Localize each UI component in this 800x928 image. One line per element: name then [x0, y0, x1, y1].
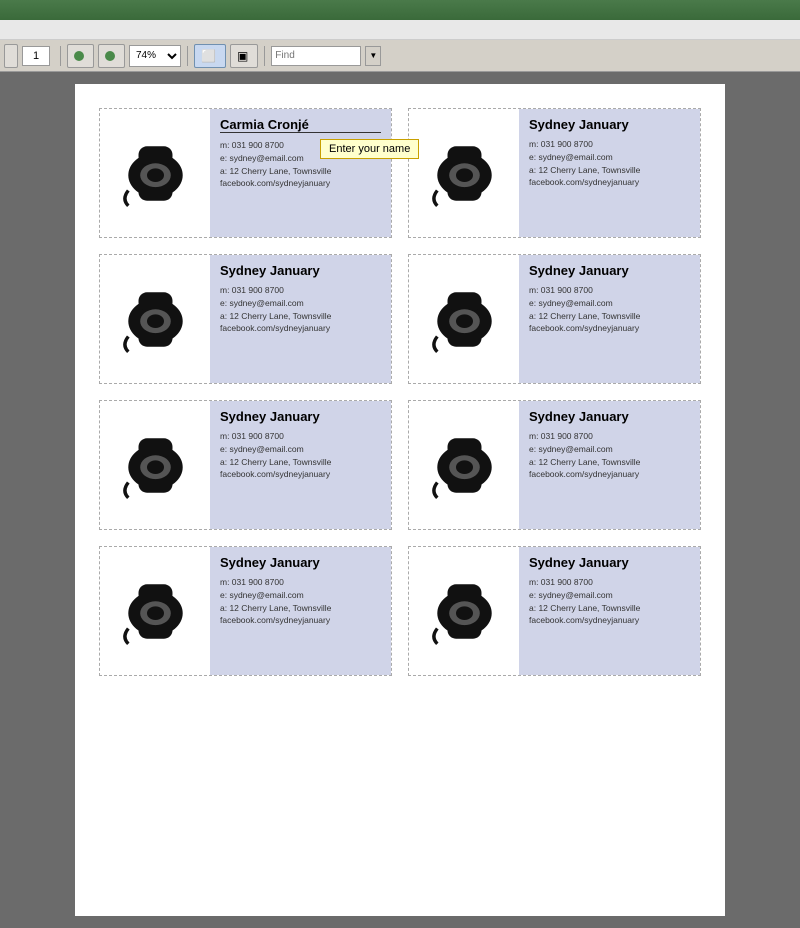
separator-2 [187, 46, 188, 66]
business-card-5: Sydney January m: 031 900 8700e: sydney@e… [99, 400, 392, 530]
find-dropdown-btn[interactable]: ▼ [365, 46, 381, 66]
business-card-8: Sydney January m: 031 900 8700e: sydney@e… [408, 546, 701, 676]
phone-icon-7 [100, 547, 210, 675]
one-full-page-icon: ▣ [237, 49, 248, 63]
zoom-select[interactable]: 74% 50% 100% 125% 150% [129, 45, 181, 67]
phone-icon-4 [409, 255, 519, 383]
card-details-2: m: 031 900 8700e: sydney@email.coma: 12 … [529, 138, 690, 189]
business-card-1: m: 031 900 8700e: sydney@email.coma: 12 … [99, 108, 392, 238]
menu-bar [0, 20, 800, 40]
business-card-4: Sydney January m: 031 900 8700e: sydney@e… [408, 254, 701, 384]
main-area: m: 031 900 8700e: sydney@email.coma: 12 … [0, 72, 800, 928]
zoom-in-btn[interactable] [98, 44, 125, 68]
zoom-out-btn[interactable] [67, 44, 94, 68]
pdf-page: m: 031 900 8700e: sydney@email.coma: 12 … [75, 84, 725, 916]
card-name-4: Sydney January [529, 263, 690, 278]
card-info-4: Sydney January m: 031 900 8700e: sydney@e… [519, 255, 700, 383]
card-info-7: Sydney January m: 031 900 8700e: sydney@e… [210, 547, 391, 675]
card-name-2: Sydney January [529, 117, 690, 132]
card-name-6: Sydney January [529, 409, 690, 424]
zoom-out-icon [74, 51, 84, 61]
card-grid: m: 031 900 8700e: sydney@email.coma: 12 … [95, 104, 705, 680]
phone-icon-2 [409, 109, 519, 237]
phone-icon-5 [100, 401, 210, 529]
card-info-2: Sydney January m: 031 900 8700e: sydney@e… [519, 109, 700, 237]
scrolling-pages-icon: ⬜ [201, 49, 216, 63]
card-name-input[interactable] [220, 117, 381, 133]
card-info-1: m: 031 900 8700e: sydney@email.coma: 12 … [210, 109, 391, 237]
card-name-5: Sydney January [220, 409, 381, 424]
toolbar: 74% 50% 100% 125% 150% ⬜ ▣ ▼ [0, 40, 800, 72]
business-card-6: Sydney January m: 031 900 8700e: sydney@e… [408, 400, 701, 530]
card-info-5: Sydney January m: 031 900 8700e: sydney@e… [210, 401, 391, 529]
business-card-7: Sydney January m: 031 900 8700e: sydney@e… [99, 546, 392, 676]
tooltip: Enter your name [320, 139, 419, 159]
phone-icon-3 [100, 255, 210, 383]
prev-page-btn[interactable] [4, 44, 18, 68]
scrolling-pages-btn[interactable]: ⬜ [194, 44, 226, 68]
card-info-6: Sydney January m: 031 900 8700e: sydney@e… [519, 401, 700, 529]
separator-1 [60, 46, 61, 66]
card-details-7: m: 031 900 8700e: sydney@email.coma: 12 … [220, 576, 381, 627]
one-full-page-btn[interactable]: ▣ [230, 44, 258, 68]
card-details-6: m: 031 900 8700e: sydney@email.coma: 12 … [529, 430, 690, 481]
card-name-3: Sydney January [220, 263, 381, 278]
separator-3 [264, 46, 265, 66]
card-info-8: Sydney January m: 031 900 8700e: sydney@e… [519, 547, 700, 675]
business-card-2: Sydney January m: 031 900 8700e: sydney@e… [408, 108, 701, 238]
card-details-4: m: 031 900 8700e: sydney@email.coma: 12 … [529, 284, 690, 335]
title-bar [0, 0, 800, 20]
card-name-8: Sydney January [529, 555, 690, 570]
phone-icon-1 [100, 109, 210, 237]
card-info-3: Sydney January m: 031 900 8700e: sydney@e… [210, 255, 391, 383]
find-input[interactable] [271, 46, 361, 66]
business-card-3: Sydney January m: 031 900 8700e: sydney@e… [99, 254, 392, 384]
zoom-in-icon [105, 51, 115, 61]
page-number-input[interactable] [22, 46, 50, 66]
card-details-8: m: 031 900 8700e: sydney@email.coma: 12 … [529, 576, 690, 627]
card-details-3: m: 031 900 8700e: sydney@email.coma: 12 … [220, 284, 381, 335]
card-name-7: Sydney January [220, 555, 381, 570]
card-details-5: m: 031 900 8700e: sydney@email.coma: 12 … [220, 430, 381, 481]
phone-icon-6 [409, 401, 519, 529]
phone-icon-8 [409, 547, 519, 675]
